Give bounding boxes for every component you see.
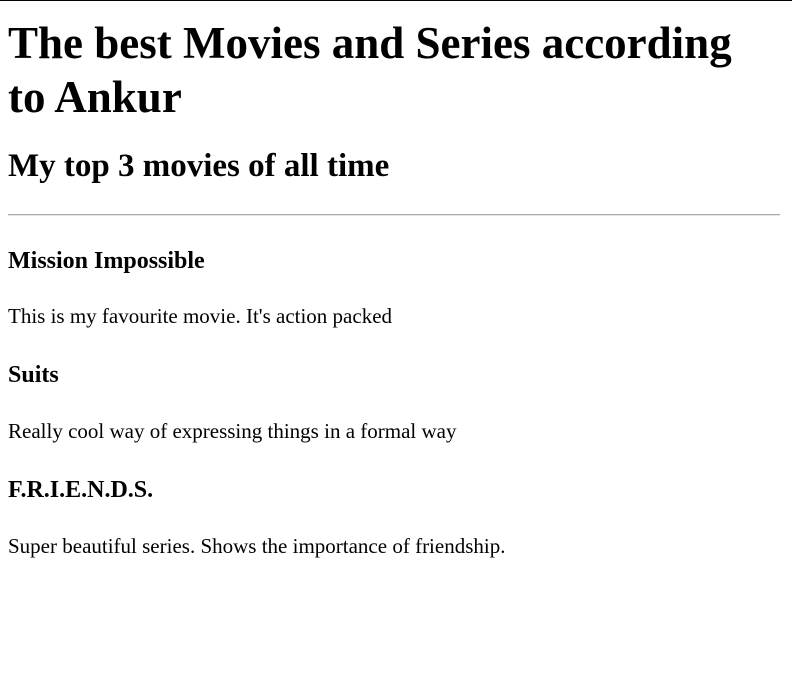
list-item: Mission Impossible This is my favourite …: [8, 246, 780, 329]
page-subtitle: My top 3 movies of all time: [8, 148, 390, 184]
entry-description: Really cool way of expressing things in …: [8, 419, 457, 443]
page-content: The best Movies and Series according to …: [0, 16, 792, 559]
entry-description: This is my favourite movie. It's action …: [8, 304, 393, 328]
list-item: F.R.I.E.N.D.S. Super beautiful series. S…: [8, 475, 780, 559]
entry-description: Super beautiful series. Shows the import…: [8, 534, 506, 558]
list-item: Suits Really cool way of expressing thin…: [8, 360, 780, 444]
entry-heading: Mission Impossible: [8, 248, 205, 274]
section-divider: [8, 214, 780, 216]
entry-heading: F.R.I.E.N.D.S.: [8, 477, 154, 503]
entry-heading: Suits: [8, 362, 59, 388]
page-title: The best Movies and Series according to …: [8, 18, 732, 122]
